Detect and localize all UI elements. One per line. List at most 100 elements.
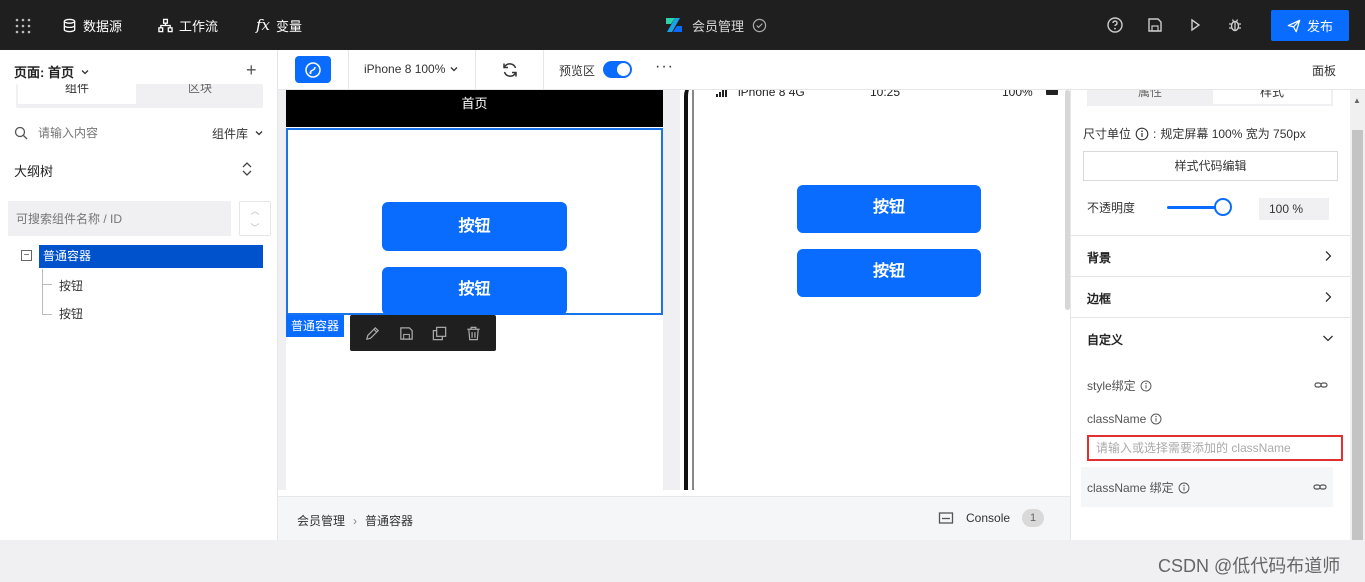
send-icon	[1287, 19, 1301, 32]
play-icon[interactable]	[1186, 16, 1204, 34]
top-bar: 数据源 工作流 fx 变量 会员管理 发布	[0, 0, 1365, 50]
component-search-input[interactable]	[38, 126, 178, 140]
section-title: 自定义	[1087, 333, 1124, 347]
classname-bind-row: className 绑定	[1081, 467, 1333, 507]
info-icon	[1178, 482, 1190, 493]
device-label: iPhone 8 100%	[364, 62, 446, 76]
selection-tag: 普通容器	[286, 315, 345, 337]
save-icon[interactable]	[398, 325, 415, 342]
breadcrumb-separator-icon: ›	[353, 513, 358, 528]
section-title: 背景	[1087, 251, 1112, 265]
tab-properties[interactable]: 属性	[1087, 90, 1213, 106]
save-icon[interactable]	[1146, 16, 1164, 34]
page-selector[interactable]: 页面: 首页	[14, 62, 90, 81]
link-icon[interactable]	[1313, 480, 1327, 494]
right-panel-scrollbar[interactable]: ▲	[1350, 90, 1365, 540]
chevron-up-icon[interactable]: ︿	[240, 202, 270, 219]
canvas-area: 首页 按钮 按钮 普通容器 iPhone 8 4G 10:25 100% 按钮 …	[278, 90, 1070, 490]
chevron-right-icon	[1325, 251, 1332, 261]
design-mode-button[interactable]	[295, 56, 331, 83]
section-custom[interactable]: 自定义	[1071, 317, 1350, 357]
scrollbar-thumb[interactable]	[1352, 130, 1363, 540]
database-icon	[63, 18, 76, 32]
carrier-label: iPhone 8 4G	[738, 90, 805, 99]
device-selector[interactable]: iPhone 8 100%	[364, 62, 459, 76]
classname-label-row: className	[1087, 412, 1162, 426]
page-label: 页面: 首页	[14, 65, 74, 80]
component-library-dropdown[interactable]: 组件库	[212, 125, 264, 142]
divider	[543, 50, 544, 90]
canvas-button[interactable]: 按钮	[382, 267, 567, 315]
style-code-edit-button[interactable]: 样式代码编辑	[1083, 151, 1338, 181]
app-title-area: 会员管理	[664, 0, 767, 50]
outline-stepper[interactable]: ︿ ﹀	[239, 201, 271, 236]
canvas-button[interactable]: 按钮	[382, 202, 567, 251]
preview-button[interactable]: 按钮	[797, 249, 981, 297]
info-icon	[1140, 380, 1152, 391]
publish-button[interactable]: 发布	[1271, 10, 1349, 41]
section-background[interactable]: 背景	[1071, 235, 1350, 275]
expand-collapse-icon[interactable]	[240, 161, 254, 177]
opacity-slider-thumb[interactable]	[1214, 198, 1232, 216]
link-icon[interactable]	[1314, 378, 1328, 392]
tree-node-button[interactable]: 按钮	[59, 277, 83, 294]
info-icon	[1135, 127, 1149, 140]
breadcrumb-current[interactable]: 普通容器	[365, 512, 413, 529]
classname-bind-label-row: className 绑定	[1087, 479, 1190, 496]
tree-collapse-icon[interactable]: −	[21, 250, 32, 261]
chevron-right-icon	[1325, 292, 1332, 302]
tree-node-container[interactable]: 普通容器	[39, 245, 263, 268]
variable-menu[interactable]: fx 变量	[256, 0, 302, 50]
preview-button[interactable]: 按钮	[797, 185, 981, 233]
component-library-label: 组件库	[211, 126, 248, 141]
delete-icon[interactable]	[465, 325, 482, 342]
console-button[interactable]: Console 1	[938, 509, 1045, 527]
app-logo-icon	[666, 18, 682, 32]
classname-label: className	[1087, 412, 1147, 426]
tab-style[interactable]: 样式	[1213, 90, 1331, 104]
app-grid-icon[interactable]	[14, 17, 32, 35]
style-bind-label: style绑定	[1087, 379, 1136, 393]
preview-toggle[interactable]	[603, 61, 632, 78]
breadcrumb: 会员管理 › 普通容器	[297, 512, 413, 529]
help-icon[interactable]	[1106, 16, 1124, 34]
divider	[348, 50, 349, 90]
left-panel: 页面: 首页 + 组件 区块 组件库 大纲树 ︿ ﹀ − 普通容器 按钮 按钮	[0, 50, 278, 540]
search-icon	[14, 126, 28, 140]
scroll-up-icon[interactable]: ▲	[1353, 96, 1361, 105]
breadcrumb-root[interactable]: 会员管理	[297, 512, 345, 529]
style-bind-label-row: style绑定	[1087, 377, 1152, 394]
opacity-input[interactable]: 100 %	[1259, 198, 1329, 220]
datasource-menu[interactable]: 数据源	[62, 0, 122, 50]
chevron-down-icon	[450, 67, 458, 72]
panel-toggle[interactable]: 面板	[1312, 62, 1336, 79]
classname-input[interactable]: 请输入或选择需要添加的 className	[1087, 435, 1343, 461]
size-unit-value: 规定屏幕 100% 宽为 750px	[1160, 127, 1306, 141]
canvas-footer: 会员管理 › 普通容器 Console 1	[278, 496, 1070, 540]
tab-blocks[interactable]: 区块	[140, 84, 260, 104]
function-icon: fx	[256, 16, 271, 34]
size-unit-row: 尺寸单位 : 规定屏幕 100% 宽为 750px	[1083, 126, 1306, 142]
signal-icon	[716, 90, 727, 97]
divider	[475, 50, 476, 90]
publish-label: 发布	[1306, 19, 1333, 34]
tree-node-button[interactable]: 按钮	[59, 305, 83, 322]
copy-icon[interactable]	[431, 325, 448, 342]
workflow-menu[interactable]: 工作流	[158, 0, 218, 50]
size-unit-label: 尺寸单位	[1083, 127, 1132, 141]
tab-components[interactable]: 组件	[18, 84, 136, 104]
section-border[interactable]: 边框	[1071, 276, 1350, 316]
selection-toolbar	[350, 315, 496, 351]
battery-label: 100%	[1002, 90, 1033, 99]
chevron-down-icon[interactable]: ﹀	[240, 219, 270, 236]
outline-search-input[interactable]	[8, 201, 231, 236]
console-count-badge: 1	[1022, 509, 1045, 527]
more-icon[interactable]: ···	[655, 58, 674, 76]
preview-label: 预览区	[559, 64, 596, 78]
info-icon	[1150, 413, 1162, 425]
edit-icon[interactable]	[364, 325, 381, 342]
add-page-icon[interactable]: +	[246, 60, 257, 81]
refresh-icon[interactable]	[501, 61, 519, 79]
opacity-label: 不透明度	[1087, 201, 1136, 215]
bug-icon[interactable]	[1226, 16, 1244, 34]
